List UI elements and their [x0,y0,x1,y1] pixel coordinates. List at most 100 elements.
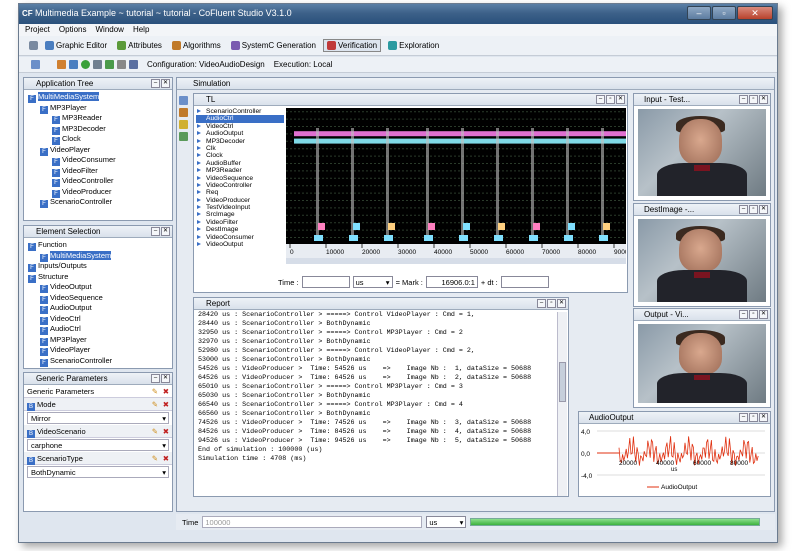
record-icon[interactable] [105,60,114,69]
tree-item[interactable]: F VideoProducer [24,187,172,198]
parameter-value-select[interactable]: BothDynamic [27,466,169,478]
stop-icon[interactable] [117,60,126,69]
tree-item[interactable]: F VideoConsumer [24,155,172,166]
signal-item[interactable]: Req [196,189,284,196]
edit-icon[interactable] [179,120,188,129]
delete-parameter-icon[interactable]: ✖ [163,452,169,465]
minimize-icon[interactable]: – [537,299,546,308]
minimize-icon[interactable]: – [739,310,748,319]
maximize-icon[interactable]: ▫ [547,299,556,308]
signal-item[interactable]: VideoOutput [196,241,284,248]
verification-button[interactable]: Verification [323,39,382,52]
parameter-row[interactable]: B VideoScenario ✎ ✖ [24,425,172,438]
back-icon[interactable] [29,41,38,50]
layout-icon[interactable] [179,96,188,105]
algorithms-button[interactable]: Algorithms [169,40,224,51]
status-unit-select[interactable]: us ▾ [426,516,467,528]
tree-item[interactable]: F ScenarioController [24,197,172,208]
build-icon[interactable] [57,60,66,69]
edit-parameter-icon[interactable]: ✎ [152,398,158,411]
close-icon[interactable]: ✕ [161,374,170,383]
tree-item[interactable]: F VideoCtrl [24,314,172,325]
minimize-icon[interactable]: – [151,227,160,236]
close-icon[interactable]: ✕ [759,205,768,214]
delete-parameter-icon[interactable]: ✖ [163,425,169,438]
timeline-scrollbar[interactable] [286,258,626,264]
exploration-button[interactable]: Exploration [385,40,442,51]
maximize-button[interactable]: ▫ [712,6,736,20]
signal-item[interactable]: Clk [196,145,284,152]
attributes-button[interactable]: Attributes [114,40,165,51]
tree-item[interactable]: F ScenarioController [24,356,172,367]
close-button[interactable]: ✕ [737,6,773,20]
minimize-icon[interactable]: – [739,205,748,214]
tree-item[interactable]: F Clock [24,134,172,145]
signal-item[interactable]: VideoFilter [196,219,284,226]
tree-item[interactable]: F AudioCtrl [24,324,172,335]
tree-item[interactable]: F VideoOutput [24,282,172,293]
tree-item[interactable]: F MultiMediaSystem [24,92,172,103]
signal-item[interactable]: VideoController [196,182,284,189]
close-icon[interactable]: ✕ [616,95,625,104]
step-icon[interactable] [69,60,78,69]
menu-options[interactable]: Options [59,24,87,36]
tree-item[interactable]: F Inputs/Outputs [24,261,172,272]
edit-parameter-icon[interactable]: ✎ [152,452,158,465]
signal-item[interactable]: VideoConsumer [196,234,284,241]
menu-help[interactable]: Help [133,24,149,36]
monitor-icon[interactable] [129,60,138,69]
parameter-row[interactable]: B Mode ✎ ✖ [24,398,172,411]
maximize-icon[interactable]: ▫ [749,310,758,319]
scroll-thumb[interactable] [559,362,566,402]
maximize-icon[interactable]: ▫ [606,95,615,104]
signal-item[interactable]: Clock [196,152,284,159]
parameter-value-select[interactable]: Mirror [27,412,169,424]
chart-icon[interactable] [179,108,188,117]
edit-parameter-icon[interactable]: ✎ [152,425,158,438]
tree-item[interactable]: F Function [24,240,172,251]
minimize-button[interactable]: – [687,6,711,20]
close-icon[interactable]: ✕ [759,95,768,104]
mark-input[interactable]: 16906.0:1 [425,276,478,288]
maximize-icon[interactable]: ▫ [749,205,758,214]
dt-input[interactable] [500,276,549,288]
parameter-row[interactable]: B ScenarioType ✎ ✖ [24,452,172,465]
unit-select[interactable]: us ▾ [352,276,393,288]
minimize-icon[interactable]: – [739,95,748,104]
tree-item[interactable]: F VideoPlayer [24,145,172,156]
add-parameter-icon[interactable]: ✎ [152,385,158,398]
signal-item[interactable]: VideoSequence [196,175,284,182]
delete-parameter-icon[interactable]: ✖ [163,385,169,398]
settings-icon[interactable] [31,60,40,69]
close-icon[interactable]: ✕ [759,413,768,422]
graphic-editor-button[interactable]: Graphic Editor [42,40,110,51]
time-input[interactable] [301,276,350,288]
close-icon[interactable]: ✕ [759,310,768,319]
signal-item[interactable]: VideoCtrl [196,123,284,130]
tree-item[interactable]: F VideoFilter [24,166,172,177]
report-scrollbar[interactable] [557,312,567,496]
tree-item[interactable]: F MP3Player [24,103,172,114]
signal-item[interactable]: MP3Reader [196,167,284,174]
signal-item[interactable]: MP3Decoder [196,138,284,145]
systemc-generation-button[interactable]: SystemC Generation [228,40,319,51]
parameter-value-select[interactable]: carphone [27,439,169,451]
status-time-field[interactable]: 100000 [202,516,423,528]
menu-project[interactable]: Project [25,24,50,36]
signal-item[interactable]: AudioCtrl [196,115,284,123]
signal-item[interactable]: AudioOutput [196,130,284,137]
minimize-icon[interactable]: – [151,79,160,88]
signal-item[interactable]: SrcImage [196,211,284,218]
menu-window[interactable]: Window [95,24,123,36]
tree-item[interactable]: F Structure [24,272,172,283]
tree-item[interactable]: F MP3Player [24,335,172,346]
minimize-icon[interactable]: – [596,95,605,104]
tree-item[interactable]: F AudioOutput [24,303,172,314]
minimize-icon[interactable]: – [739,413,748,422]
signal-item[interactable]: AudioBuffer [196,160,284,167]
tree-item[interactable]: F VideoPlayer [24,345,172,356]
maximize-icon[interactable]: ▫ [749,413,758,422]
pause-icon[interactable] [93,60,102,69]
tree-icon[interactable] [179,132,188,141]
signal-item[interactable]: DestImage [196,226,284,233]
